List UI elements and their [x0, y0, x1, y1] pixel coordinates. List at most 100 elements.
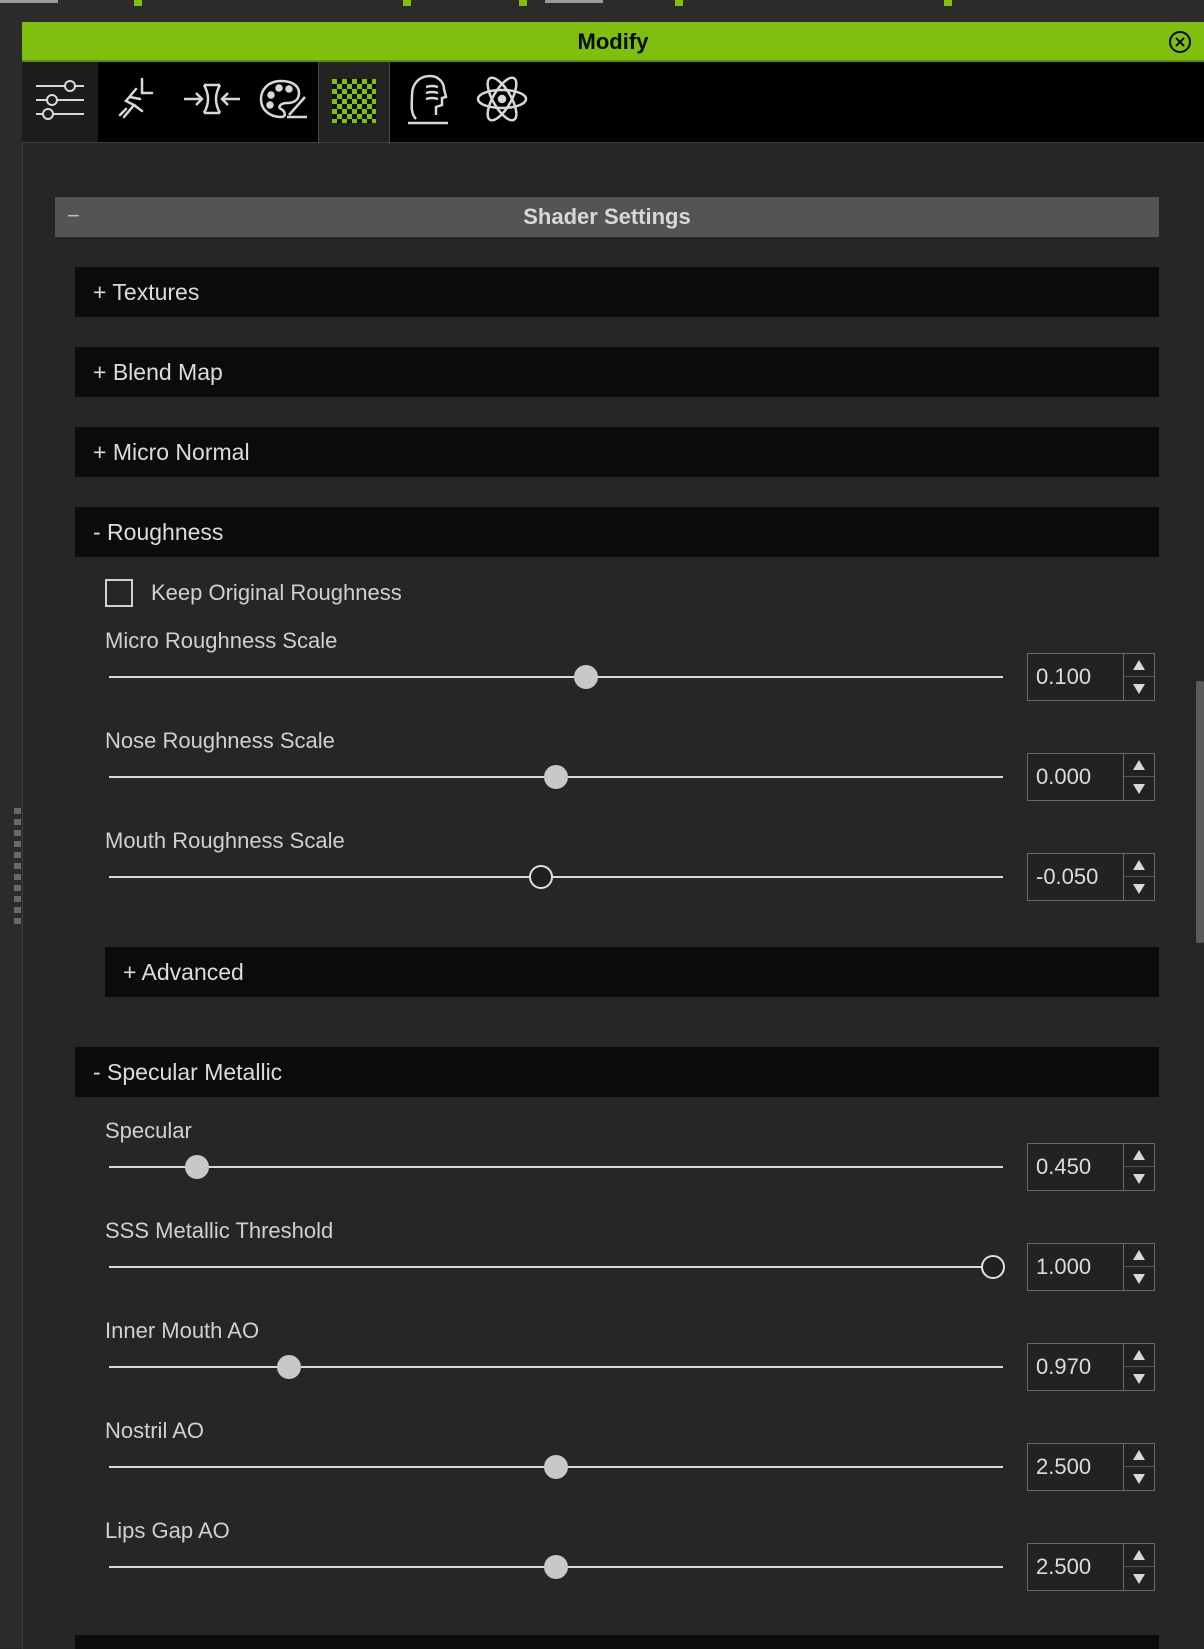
section-next[interactable]	[75, 1635, 1159, 1649]
value-spinbox[interactable]: -0.050	[1027, 853, 1155, 901]
panel-title: Modify	[577, 29, 649, 54]
tab-motion[interactable]	[98, 62, 174, 140]
decrement-arrow-icon[interactable]	[1124, 1267, 1154, 1290]
slider-handle[interactable]	[544, 1455, 568, 1479]
slider-track[interactable]	[109, 876, 1003, 878]
modify-panel: Modify − Shader Settings + Textures + Bl…	[22, 22, 1204, 1649]
slider-handle[interactable]	[544, 1555, 568, 1579]
tab-paint[interactable]	[250, 62, 318, 140]
slider-label: SSS Metallic Threshold	[105, 1218, 334, 1243]
increment-arrow-icon[interactable]	[1124, 754, 1154, 777]
slider-handle[interactable]	[544, 765, 568, 789]
value-field[interactable]: -0.050	[1036, 854, 1098, 900]
decrement-arrow-icon[interactable]	[1124, 1167, 1154, 1190]
value-field[interactable]: 1.000	[1036, 1244, 1091, 1290]
value-field[interactable]: 0.450	[1036, 1144, 1091, 1190]
tab-material[interactable]	[318, 62, 390, 144]
top-tab-marker	[944, 0, 952, 6]
top-tab-marker	[519, 0, 527, 6]
motion-pose-icon	[112, 75, 160, 128]
content-left-border	[22, 143, 23, 1649]
decrement-arrow-icon[interactable]	[1124, 677, 1154, 700]
top-tab-edge	[0, 0, 58, 3]
paint-palette-icon	[259, 77, 309, 126]
section-blend-map[interactable]: + Blend Map	[75, 347, 1159, 397]
decrement-arrow-icon[interactable]	[1124, 777, 1154, 800]
head-wrinkle-icon	[406, 73, 450, 130]
value-spinbox[interactable]: 0.970	[1027, 1343, 1155, 1391]
panel-content: − Shader Settings + Textures + Blend Map…	[22, 142, 1204, 1649]
increment-arrow-icon[interactable]	[1124, 1544, 1154, 1567]
top-tab-marker	[403, 0, 411, 6]
value-spinbox[interactable]: 0.000	[1027, 753, 1155, 801]
tab-morph[interactable]	[174, 62, 250, 140]
tab-wrinkle[interactable]	[390, 62, 466, 140]
modify-tab-bar	[22, 62, 1204, 144]
spin-arrows	[1123, 1244, 1154, 1290]
slider-handle[interactable]	[276, 1355, 301, 1379]
section-specular-metallic[interactable]: - Specular Metallic	[75, 1047, 1159, 1097]
keep-original-roughness-checkbox[interactable]	[105, 579, 133, 607]
tab-physics[interactable]	[466, 62, 538, 140]
slider-track[interactable]	[109, 1266, 1003, 1268]
slider-track[interactable]	[109, 676, 1003, 678]
slider-handle[interactable]	[528, 865, 553, 889]
decrement-arrow-icon[interactable]	[1124, 1367, 1154, 1390]
slider-handle[interactable]	[573, 665, 598, 689]
top-tab-marker	[675, 0, 683, 6]
panel-titlebar[interactable]: Modify	[22, 22, 1204, 62]
increment-arrow-icon[interactable]	[1124, 1444, 1154, 1467]
slider-label: Nostril AO	[105, 1418, 205, 1443]
value-spinbox[interactable]: 2.500	[1027, 1543, 1155, 1591]
section-roughness[interactable]: - Roughness	[75, 507, 1159, 557]
increment-arrow-icon[interactable]	[1124, 854, 1154, 877]
spin-arrows	[1123, 654, 1154, 700]
value-spinbox[interactable]: 0.450	[1027, 1143, 1155, 1191]
value-field[interactable]: 0.000	[1036, 754, 1091, 800]
section-advanced[interactable]: + Advanced	[105, 947, 1159, 997]
value-spinbox[interactable]: 2.500	[1027, 1443, 1155, 1491]
decrement-arrow-icon[interactable]	[1124, 877, 1154, 900]
decrement-arrow-icon[interactable]	[1124, 1467, 1154, 1490]
value-spinbox[interactable]: 1.000	[1027, 1243, 1155, 1291]
top-strip	[0, 0, 1204, 22]
scrollbar-thumb[interactable]	[1196, 681, 1204, 943]
slider-label: Micro Roughness Scale	[105, 628, 338, 653]
section-label: - Specular Metallic	[93, 1059, 283, 1085]
value-spinbox[interactable]: 0.100	[1027, 653, 1155, 701]
value-field[interactable]: 2.500	[1036, 1444, 1091, 1490]
top-tab-edge	[545, 0, 603, 3]
resize-grip[interactable]	[14, 808, 21, 926]
increment-arrow-icon[interactable]	[1124, 1244, 1154, 1267]
spin-arrows	[1123, 754, 1154, 800]
sliders-icon	[34, 76, 86, 129]
spin-arrows	[1123, 1444, 1154, 1490]
shader-settings-header[interactable]: − Shader Settings	[55, 197, 1159, 237]
slider-label: Mouth Roughness Scale	[105, 828, 345, 853]
spin-arrows	[1123, 1344, 1154, 1390]
slider-handle[interactable]	[184, 1155, 209, 1179]
checker-material-icon	[332, 78, 376, 128]
value-field[interactable]: 0.970	[1036, 1344, 1091, 1390]
value-field[interactable]: 0.100	[1036, 654, 1091, 700]
slider-track[interactable]	[109, 1366, 1003, 1368]
decrement-arrow-icon[interactable]	[1124, 1567, 1154, 1590]
section-textures[interactable]: + Textures	[75, 267, 1159, 317]
section-label: - Roughness	[93, 519, 224, 545]
slider-label: Specular	[105, 1118, 192, 1143]
keep-original-roughness-label: Keep Original Roughness	[151, 580, 402, 605]
slider-track[interactable]	[109, 1166, 1003, 1168]
slider-label: Nose Roughness Scale	[105, 728, 335, 753]
shader-settings-title: Shader Settings	[523, 204, 691, 229]
section-micro-normal[interactable]: + Micro Normal	[75, 427, 1159, 477]
tab-sliders[interactable]	[22, 62, 98, 142]
increment-arrow-icon[interactable]	[1124, 654, 1154, 677]
increment-arrow-icon[interactable]	[1124, 1344, 1154, 1367]
value-field[interactable]: 2.500	[1036, 1544, 1091, 1590]
slider-handle[interactable]	[981, 1255, 1006, 1279]
spin-arrows	[1123, 1144, 1154, 1190]
atom-physics-icon	[475, 74, 529, 129]
morph-compress-icon	[182, 79, 242, 124]
increment-arrow-icon[interactable]	[1124, 1144, 1154, 1167]
close-icon[interactable]	[1168, 30, 1192, 54]
